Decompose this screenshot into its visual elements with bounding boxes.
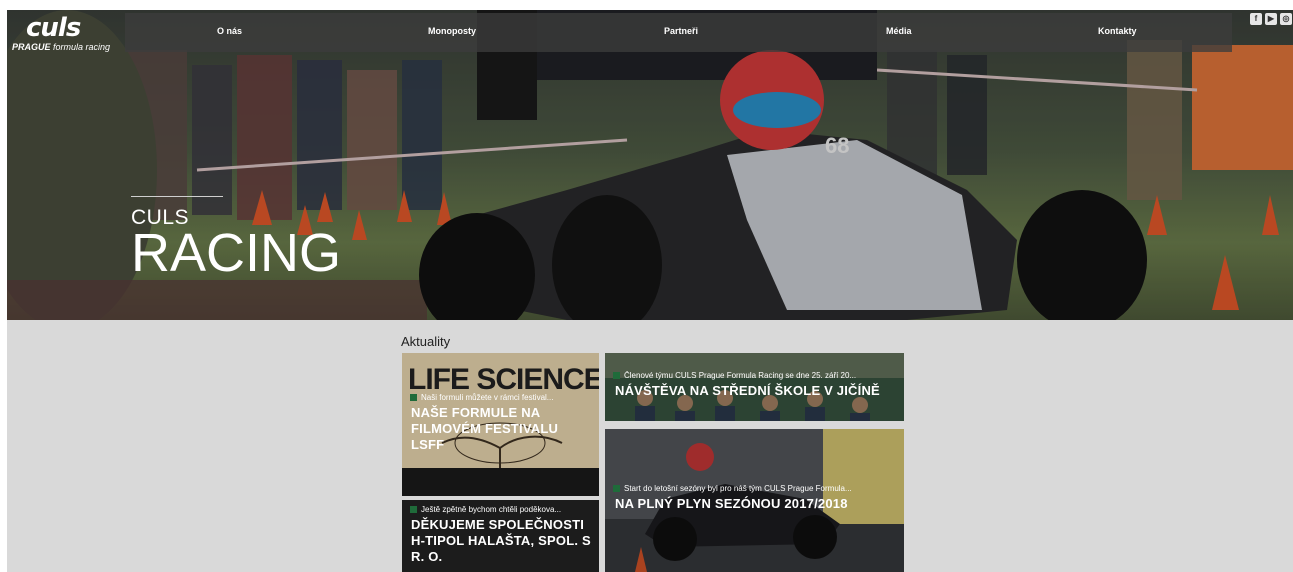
news-card-sezona[interactable]: Start do letošní sezóny byl pro náš tým … [605,429,904,572]
news-section-title: Aktuality [401,334,451,349]
news-card-lsff[interactable]: LIFE SCIENCE Naši formuli můžete v rámci… [402,353,599,496]
news-card-snippet-text: Start do letošní sezóny byl pro náš tým … [624,484,852,493]
bullet-square-icon [410,506,417,513]
bullet-square-icon [410,394,417,401]
youtube-icon[interactable]: ▶ [1265,13,1277,25]
news-card-snippet-text: Členové týmu CULS Prague Formula Racing … [624,371,857,380]
page: 68 culs PRAGUE formula racing O nás Mono… [7,10,1293,572]
logo-subtitle: PRAGUE formula racing [12,42,110,52]
logo-sub-bold: PRAGUE [12,42,51,52]
instagram-icon[interactable]: ◎ [1280,13,1292,25]
news-card-snippet-text: Naši formuli můžete v rámci festival... [421,393,554,402]
news-card-image-text: LIFE SCIENCE [408,363,599,396]
bullet-square-icon [613,485,620,492]
news-card-snippet: Ještě zpětně bychom chtěli poděkova... [410,505,595,514]
hero-divider [131,196,223,197]
facebook-icon[interactable]: f [1250,13,1262,25]
news-card-snippet: Start do letošní sezóny byl pro náš tým … [613,484,875,493]
nav-item-media[interactable]: Média [886,26,912,36]
logo-sub-rest: formula racing [50,42,111,52]
news-card-jicin[interactable]: Členové týmu CULS Prague Formula Racing … [605,353,904,421]
hero-banner: 68 culs PRAGUE formula racing O nás Mono… [7,10,1293,320]
news-card-title: Na plný plyn sezónou 2017/2018 [615,496,848,511]
news-card-htipol[interactable]: Ještě zpětně bychom chtěli poděkova... D… [402,500,599,572]
news-card-title: Návštěva na střední škole v Jičíně [615,383,880,398]
logo-mark: culs [26,13,81,43]
nav-item-monoposty[interactable]: Monoposty [428,26,476,36]
bullet-square-icon [613,372,620,379]
news-card-title: Naše formule na filmovém festivalu LSFF [411,405,559,452]
news-card-title: Děkujeme společnosti H-TIPOL HALAŠTA, sp… [411,517,591,564]
nav-item-partneri[interactable]: Partneři [664,26,698,36]
news-card-snippet: Členové týmu CULS Prague Formula Racing … [613,371,875,380]
news-card-snippet: Naši formuli můžete v rámci festival... [410,393,595,402]
main-nav: O nás Monoposty Partneři Média Kontakty [125,13,1232,52]
hero-title-main: RACING [131,223,342,283]
news-card-snippet-text: Ještě zpětně bychom chtěli poděkova... [421,505,562,514]
site-logo[interactable]: culs PRAGUE formula racing [10,13,120,53]
nav-item-kontakty[interactable]: Kontakty [1098,26,1137,36]
nav-item-o-nas[interactable]: O nás [217,26,242,36]
news-card-footer [402,468,599,496]
